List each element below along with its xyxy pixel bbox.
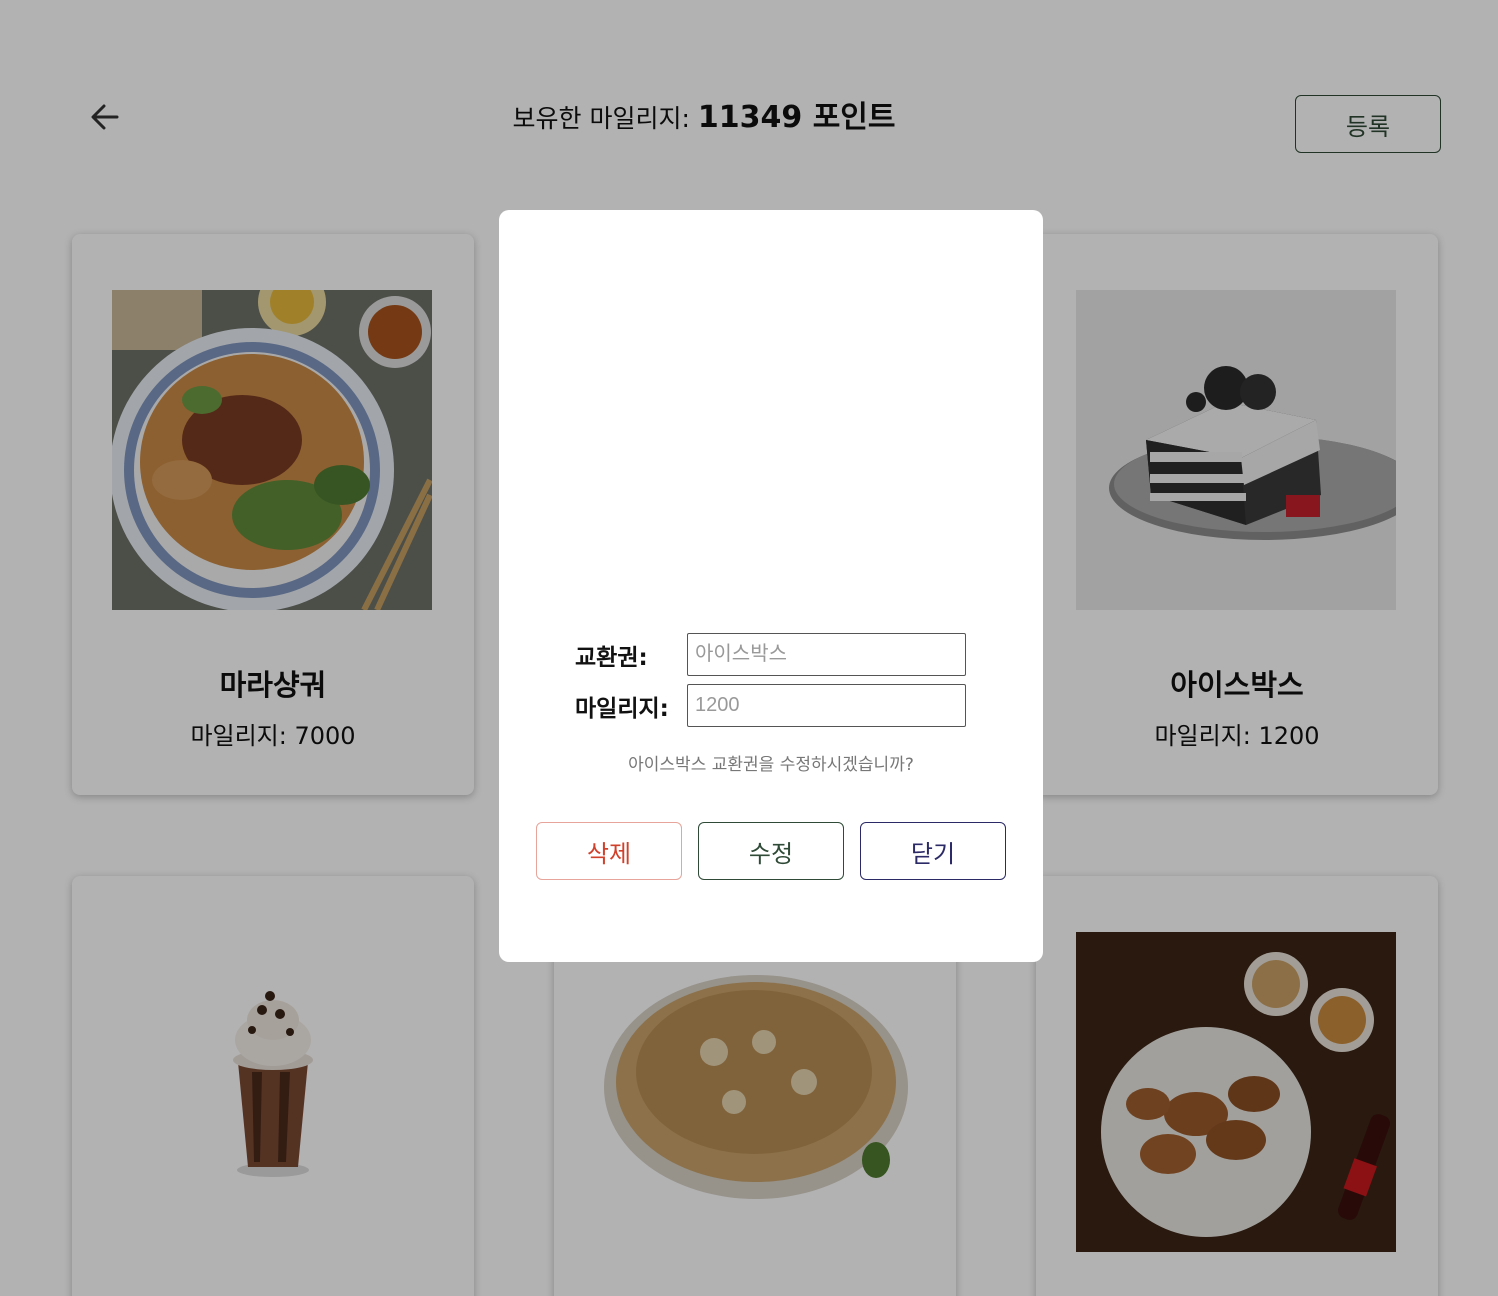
close-button[interactable]: 닫기 (860, 822, 1006, 880)
confirm-message: 아이스박스 교환권을 수정하시겠습니까? (628, 755, 914, 775)
mileage-input[interactable] (687, 684, 966, 727)
voucher-label: 교환권: (575, 644, 648, 671)
edit-button[interactable]: 수정 (698, 822, 844, 880)
voucher-input[interactable] (687, 633, 966, 676)
mileage-page: 보유한 마일리지: 11349 포인트 등록 마라샹궈 마일리지: 7000 아… (0, 0, 1498, 1296)
delete-button[interactable]: 삭제 (536, 822, 682, 880)
mileage-field-label: 마일리지: (575, 695, 669, 722)
edit-voucher-modal: 교환권: 마일리지: 아이스박스 교환권을 수정하시겠습니까? 삭제 수정 닫기 (499, 210, 1043, 962)
mileage-row: 마일리지: (575, 684, 966, 727)
voucher-row: 교환권: (575, 633, 966, 676)
